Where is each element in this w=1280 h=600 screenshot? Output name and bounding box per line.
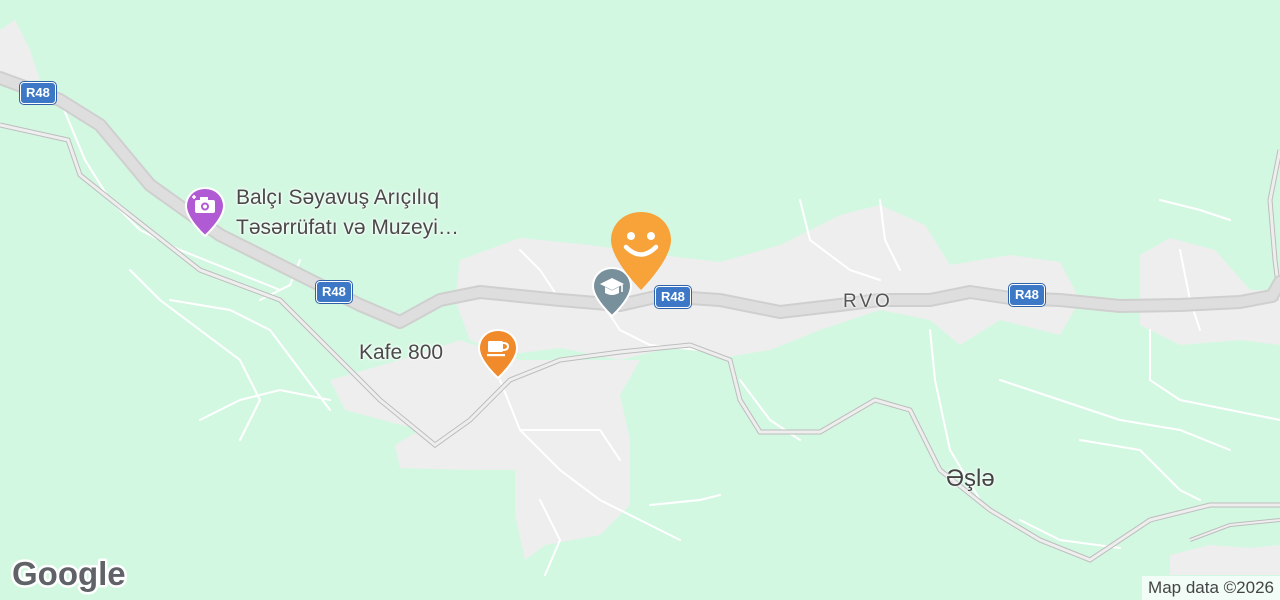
map-canvas[interactable]: R48 R48 R48 R48 RVO Əşlə Balçı Səyavuş A… — [0, 0, 1280, 600]
museum-poi-name-line2[interactable]: Təsərrüfatı və Muzeyi… — [236, 216, 459, 240]
svg-text:Google: Google — [12, 555, 126, 592]
google-logo: Google Google — [10, 552, 130, 600]
museum-poi-name-line1[interactable]: Balçı Səyavuş Arıçılıq — [236, 186, 439, 210]
smiley-poi-pin[interactable] — [608, 210, 674, 299]
route-shield-r48: R48 — [1009, 284, 1045, 306]
camera-icon — [184, 186, 226, 238]
route-shield-r48: R48 — [20, 82, 56, 104]
google-logo-icon: Google Google — [10, 553, 129, 595]
coffee-cup-icon — [477, 328, 519, 380]
smiley-face-icon — [611, 212, 671, 290]
cafe-poi-name[interactable]: Kafe 800 — [359, 341, 443, 365]
town-label: Əşlə — [946, 465, 995, 492]
museum-poi-pin[interactable] — [184, 186, 226, 243]
map-base-layer — [0, 20, 1280, 576]
road-name-label: RVO — [843, 291, 893, 312]
map-attribution[interactable]: Map data ©2026 — [1142, 576, 1280, 600]
route-shield-r48: R48 — [316, 281, 352, 303]
cafe-poi-pin[interactable] — [477, 328, 519, 385]
